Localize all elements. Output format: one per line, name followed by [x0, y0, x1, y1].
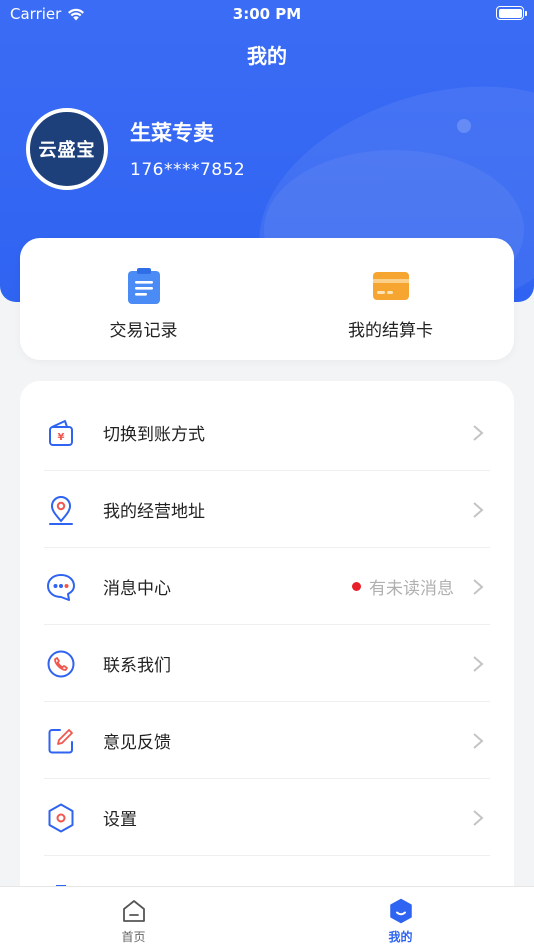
- status-time: 3:00 PM: [232, 5, 302, 23]
- chevron-right-icon: [473, 501, 484, 518]
- chat-bubble-icon: [44, 570, 78, 604]
- menu-item-label: 我的经营地址: [103, 502, 205, 522]
- phone-icon: [44, 647, 78, 681]
- chevron-right-icon: [473, 578, 484, 595]
- page-title: 我的: [247, 44, 287, 68]
- quick-actions-card: 交易记录 我的结算卡: [20, 238, 514, 360]
- hexagon-settings-icon: [44, 801, 78, 835]
- profile-phone: 176****7852: [130, 160, 246, 180]
- chevron-right-icon: [473, 424, 484, 441]
- unread-badge: 有未读消息: [352, 574, 454, 599]
- chevron-right-icon: [473, 732, 484, 749]
- battery-icon: [496, 6, 527, 20]
- home-icon: [122, 900, 145, 922]
- tab-mine-label: 我的: [388, 930, 413, 944]
- tab-mine[interactable]: 我的: [267, 887, 534, 950]
- menu-item-business-address[interactable]: 我的经营地址: [20, 471, 514, 548]
- menu-item-label: 消息中心: [103, 579, 171, 599]
- status-bar: Carrier 3:00 PM: [0, 0, 534, 28]
- quick-action-transactions-label: 交易记录: [109, 321, 178, 341]
- wallet-icon: ¥: [44, 416, 78, 450]
- menu-item-feedback[interactable]: 意见反馈: [20, 702, 514, 779]
- tab-home[interactable]: 首页: [0, 887, 267, 950]
- unread-dot: [352, 582, 361, 591]
- tab-home-label: 首页: [121, 930, 146, 944]
- quick-action-settlement-card[interactable]: 我的结算卡: [267, 238, 514, 360]
- card-icon: [371, 266, 411, 306]
- avatar[interactable]: 云盛宝: [26, 108, 108, 190]
- user-smile-icon: [389, 898, 412, 924]
- quick-action-transactions[interactable]: 交易记录: [20, 238, 267, 360]
- menu-item-label: 意见反馈: [103, 733, 171, 753]
- unread-badge-text: 有未读消息: [369, 579, 454, 599]
- chevron-right-icon: [473, 655, 484, 672]
- header-decoration-bubble: [457, 119, 471, 133]
- menu-item-contact-us[interactable]: 联系我们: [20, 625, 514, 702]
- menu-item-label: 切换到账方式: [103, 425, 205, 445]
- svg-text:¥: ¥: [58, 432, 65, 443]
- quick-action-settlement-card-label: 我的结算卡: [348, 321, 433, 341]
- location-pin-icon: [44, 493, 78, 527]
- edit-icon: [44, 724, 78, 758]
- clipboard-icon: [124, 266, 164, 306]
- menu-item-settings[interactable]: 设置: [20, 779, 514, 856]
- menu-item-message-center[interactable]: 消息中心 有未读消息: [20, 548, 514, 625]
- avatar-logo-text: 云盛宝: [38, 140, 96, 161]
- menu-list: ¥ 切换到账方式 我的经营地址 消息中心 有未读消息 联系我们 意见反馈 设置: [20, 381, 514, 941]
- menu-item-label: 设置: [103, 810, 137, 830]
- chevron-right-icon: [473, 809, 484, 826]
- menu-item-label: 联系我们: [103, 656, 171, 676]
- profile-page: Carrier 3:00 PM 我的 云盛宝 生菜专卖 176****7852: [0, 0, 534, 950]
- menu-item-switch-payout[interactable]: ¥ 切换到账方式: [20, 394, 514, 471]
- tab-bar: 首页 我的: [0, 886, 534, 950]
- profile-name: 生菜专卖: [130, 121, 214, 145]
